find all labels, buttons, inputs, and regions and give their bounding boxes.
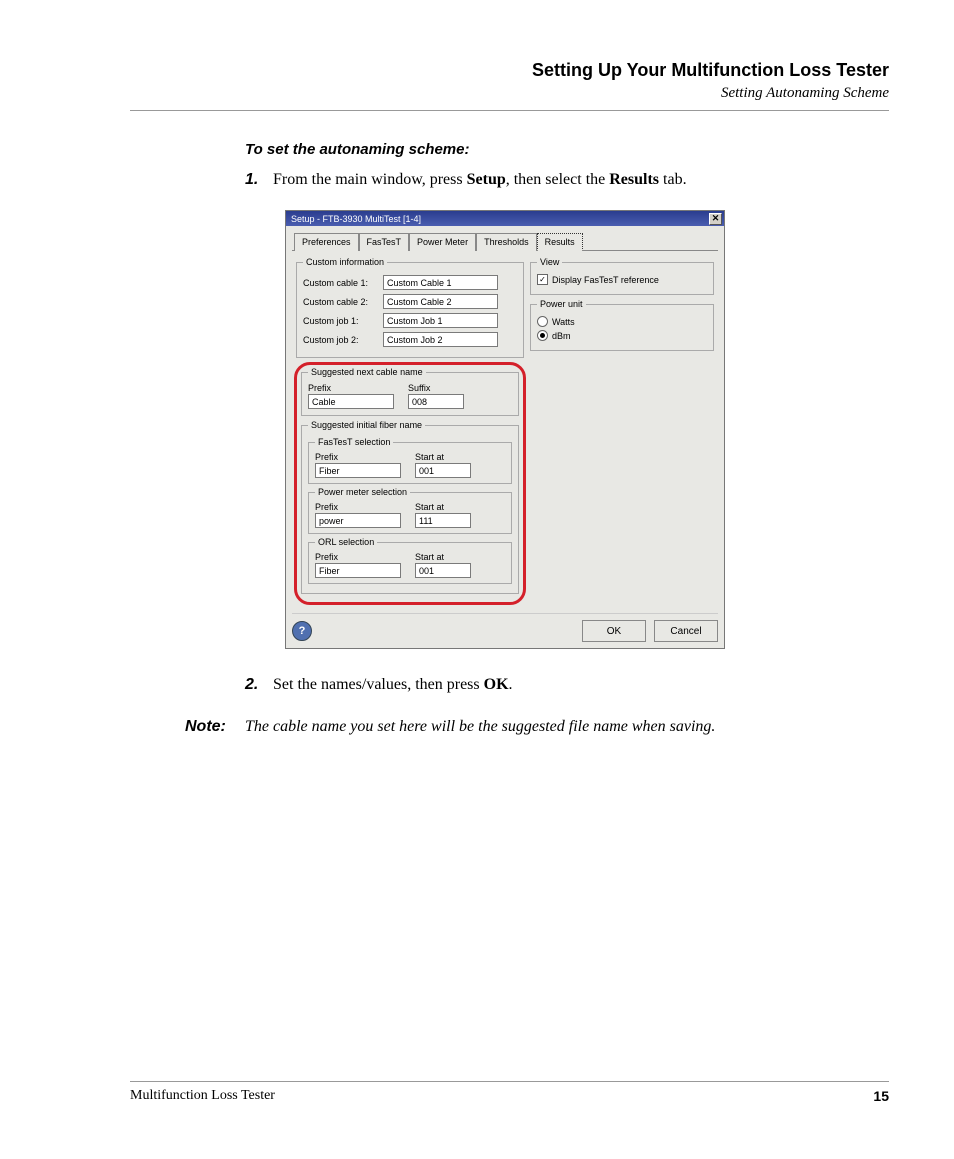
suggested-initial-fiber-legend: Suggested initial fiber name [308,420,425,430]
header-rule [130,110,889,111]
header-title: Setting Up Your Multifunction Loss Teste… [130,60,889,81]
fastest-prefix-label: Prefix [315,452,415,462]
custom-cable-2-label: Custom cable 2: [303,297,383,307]
help-button[interactable]: ? [292,621,312,641]
step-1: 1. From the main window, press Setup, th… [245,168,889,192]
display-fastest-ref-checkbox[interactable]: ✓ [537,274,548,285]
cancel-button[interactable]: Cancel [654,620,718,642]
power-prefix-label: Prefix [315,502,415,512]
suggested-initial-fiber-group: Suggested initial fiber name FasTesT sel… [301,420,519,594]
step-2-text: Set the names/values, then press OK. [273,673,513,697]
tab-fastest[interactable]: FasTesT [359,233,410,251]
header-subtitle: Setting Autonaming Scheme [130,85,889,102]
power-meter-selection-group: Power meter selection Prefix Start at [308,487,512,534]
orl-prefix-input[interactable] [315,563,401,578]
page-header: Setting Up Your Multifunction Loss Teste… [130,60,889,102]
view-group: View ✓ Display FasTesT reference [530,257,714,295]
power-meter-selection-legend: Power meter selection [315,487,410,497]
setup-dialog-screenshot: Setup - FTB-3930 MultiTest [1-4] ✕ Prefe… [285,210,725,649]
tab-thresholds[interactable]: Thresholds [476,233,537,251]
setup-dialog: Setup - FTB-3930 MultiTest [1-4] ✕ Prefe… [285,210,725,649]
power-prefix-input[interactable] [315,513,401,528]
note-label: Note: [185,715,245,739]
tab-power-meter[interactable]: Power Meter [409,233,476,251]
autonaming-highlight: Suggested next cable name Prefix Suffix [294,362,526,605]
fastest-selection-legend: FasTesT selection [315,437,393,447]
dialog-button-bar: ? OK Cancel [292,613,718,642]
step-1-text: From the main window, press Setup, then … [273,168,687,192]
tab-strip: Preferences FasTesT Power Meter Threshol… [294,232,724,250]
tab-panel-results: Custom information Custom cable 1: Custo… [292,250,718,609]
fastest-start-label: Start at [415,452,444,462]
step-1-number: 1. [245,168,273,192]
custom-job-1-input[interactable] [383,313,498,328]
custom-information-legend: Custom information [303,257,387,267]
orl-prefix-label: Prefix [315,552,415,562]
suggested-next-cable-legend: Suggested next cable name [308,367,426,377]
power-unit-group: Power unit Watts dBm [530,299,714,351]
step-2-number: 2. [245,673,273,697]
note-row: Note: The cable name you set here will b… [185,715,889,739]
cable-suffix-input[interactable] [408,394,464,409]
ok-button[interactable]: OK [582,620,646,642]
power-start-input[interactable] [415,513,471,528]
note-text: The cable name you set here will be the … [245,715,715,739]
fastest-selection-group: FasTesT selection Prefix Start at [308,437,512,484]
suggested-next-cable-group: Suggested next cable name Prefix Suffix [301,367,519,416]
titlebar: Setup - FTB-3930 MultiTest [1-4] ✕ [286,211,724,226]
titlebar-text: Setup - FTB-3930 MultiTest [1-4] [291,214,709,224]
custom-job-1-label: Custom job 1: [303,316,383,326]
cable-suffix-label: Suffix [408,383,430,393]
footer-page-number: 15 [873,1088,889,1104]
radio-dot-icon [540,333,545,338]
power-start-label: Start at [415,502,444,512]
page-footer: Multifunction Loss Tester 15 [130,1081,889,1104]
custom-cable-2-input[interactable] [383,294,498,309]
power-unit-legend: Power unit [537,299,586,309]
instructions-heading: To set the autonaming scheme: [245,141,889,158]
cable-prefix-input[interactable] [308,394,394,409]
watts-radio[interactable] [537,316,548,327]
orl-start-input[interactable] [415,563,471,578]
fastest-start-input[interactable] [415,463,471,478]
custom-job-2-input[interactable] [383,332,498,347]
view-legend: View [537,257,562,267]
orl-start-label: Start at [415,552,444,562]
fastest-prefix-input[interactable] [315,463,401,478]
orl-selection-group: ORL selection Prefix Start at [308,537,512,584]
custom-cable-1-label: Custom cable 1: [303,278,383,288]
tab-preferences[interactable]: Preferences [294,233,359,251]
dbm-label: dBm [552,331,571,341]
close-icon[interactable]: ✕ [709,213,722,225]
watts-label: Watts [552,317,575,327]
cable-prefix-label: Prefix [308,383,408,393]
custom-information-group: Custom information Custom cable 1: Custo… [296,257,524,358]
custom-job-2-label: Custom job 2: [303,335,383,345]
dbm-radio[interactable] [537,330,548,341]
tab-results[interactable]: Results [537,233,583,251]
step-2: 2. Set the names/values, then press OK. [245,673,889,697]
custom-cable-1-input[interactable] [383,275,498,290]
orl-selection-legend: ORL selection [315,537,377,547]
display-fastest-ref-label: Display FasTesT reference [552,275,659,285]
footer-left: Multifunction Loss Tester [130,1088,873,1104]
